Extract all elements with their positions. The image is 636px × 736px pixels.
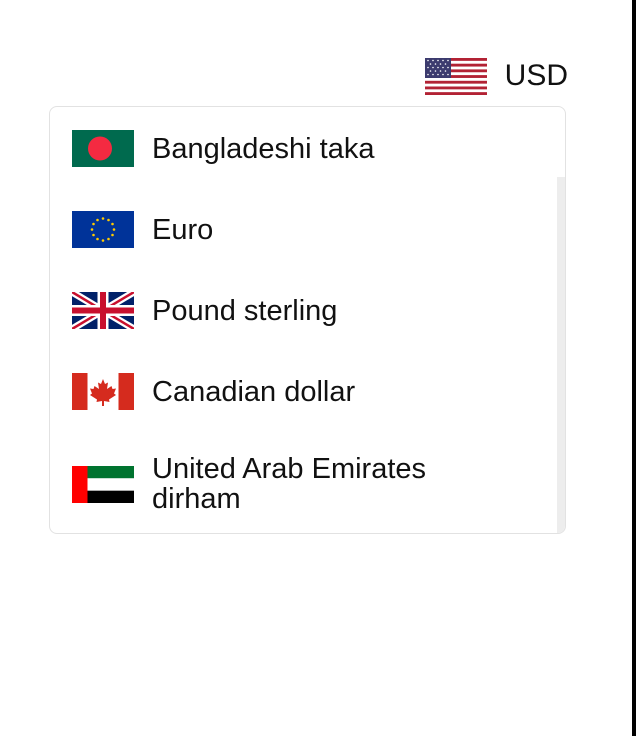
- bangladesh-flag-icon: [72, 130, 134, 167]
- currency-option-gbp[interactable]: Pound sterling: [72, 292, 482, 329]
- currency-option-aed[interactable]: United Arab Emirates dirham: [72, 454, 482, 514]
- european-union-flag-icon: [72, 211, 134, 248]
- currency-option-label: Euro: [152, 213, 214, 246]
- currency-option-bdt[interactable]: Bangladeshi taka: [72, 130, 482, 167]
- currency-option-label: Canadian dollar: [152, 375, 356, 408]
- uae-flag-icon: [72, 465, 134, 503]
- selected-currency-code: USD: [504, 59, 568, 92]
- currency-option-label: Pound sterling: [152, 294, 338, 327]
- window-edge: [632, 0, 636, 736]
- currency-option-eur[interactable]: Euro: [72, 211, 482, 248]
- united-states-flag-icon: [424, 57, 487, 95]
- currency-dropdown-list[interactable]: Bangladeshi taka Euro Pound sterling Can…: [49, 106, 566, 534]
- currency-picker-page: USD Bangladeshi taka Euro Pound sterling…: [0, 0, 636, 736]
- currency-option-label: Bangladeshi taka: [152, 132, 375, 165]
- currency-option-label: United Arab Emirates dirham: [152, 453, 427, 515]
- canada-flag-icon: [72, 373, 134, 410]
- currency-selector[interactable]: USD: [424, 57, 568, 95]
- currency-option-cad[interactable]: Canadian dollar: [72, 373, 482, 410]
- dropdown-scrollbar[interactable]: [557, 177, 565, 533]
- united-kingdom-flag-icon: [72, 292, 134, 329]
